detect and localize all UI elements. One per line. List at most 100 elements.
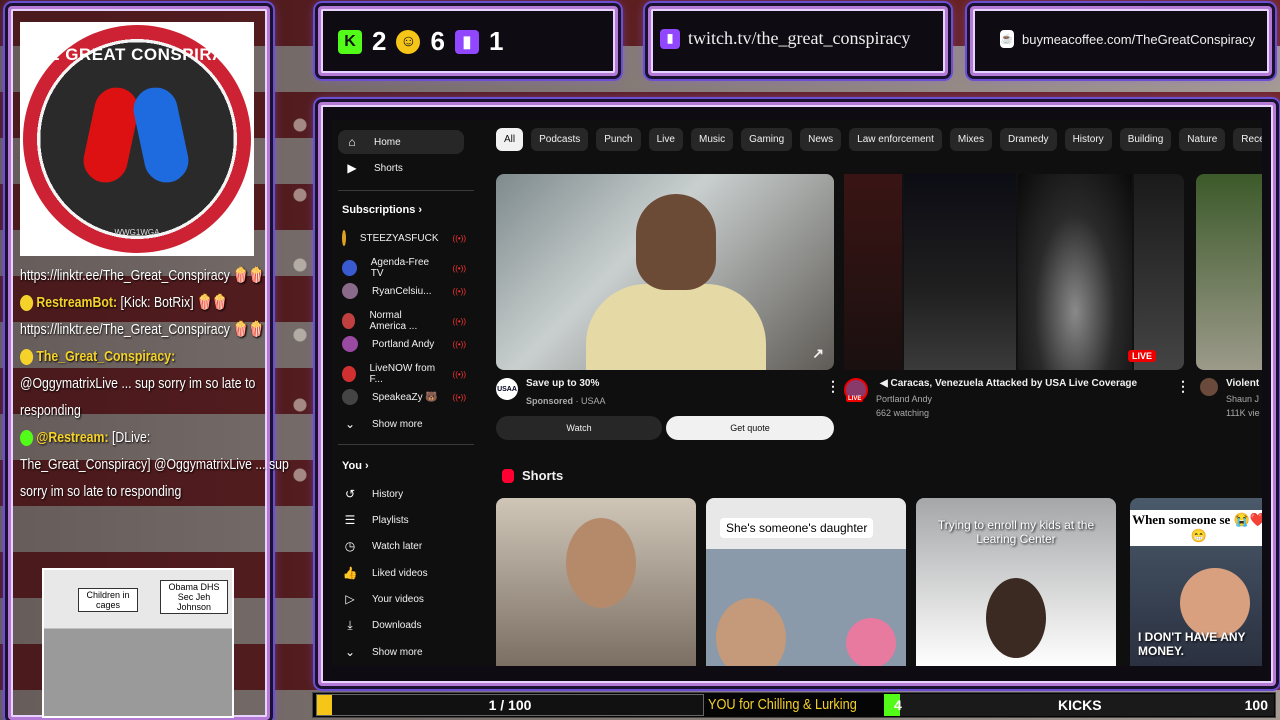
watch-button[interactable]: Watch	[496, 416, 662, 440]
shorts-icon: ▶	[347, 161, 357, 175]
kicks-goal-bar: 4 KICKS 100	[884, 694, 1274, 716]
get-quote-button[interactable]: Get quote	[666, 416, 834, 440]
short-caption: Trying to enroll my kids at the Learing …	[937, 518, 1095, 546]
chip-nature[interactable]: Nature	[1179, 128, 1226, 151]
channel-avatar	[342, 230, 346, 246]
channel-name[interactable]: Shaun J	[1226, 394, 1259, 404]
kicks-max: 100	[1244, 697, 1268, 713]
short-thumbnail[interactable]: She's someone's daughter	[706, 498, 906, 666]
thumb-figure	[566, 518, 636, 608]
live-video-title[interactable]: ◀ Caracas, Venezuela Attacked by USA Liv…	[880, 378, 1137, 389]
chip-dramedy[interactable]: Dramedy	[999, 128, 1057, 151]
chip-live[interactable]: Live	[648, 128, 683, 151]
red-pill-icon	[79, 83, 143, 187]
short-caption: She's someone's daughter	[720, 518, 874, 538]
kick-count: 2	[372, 26, 387, 56]
sidebar-item-subscription[interactable]: RyanCelsiu... ((•))	[342, 283, 466, 299]
thumb-figure	[586, 284, 766, 370]
twitch-url: ▮ twitch.tv/the_great_conspiracy	[660, 28, 910, 49]
youtube-page: ⌂ Home ▶ Shorts Subscriptions › STEEZYASFU…	[332, 120, 1262, 666]
shorts-section-title: Shorts	[502, 468, 563, 483]
ad-video-thumbnail[interactable]: ↗	[496, 174, 834, 370]
video-title[interactable]: Violent	[1226, 378, 1259, 389]
subscriptions-heading[interactable]: Subscriptions ›	[342, 204, 422, 216]
chip-music[interactable]: Music	[690, 128, 734, 151]
you-heading[interactable]: You ›	[342, 460, 369, 472]
sidebar-item-shorts[interactable]: ▶ Shorts	[344, 160, 403, 176]
face-icon: ☺	[396, 29, 421, 54]
twitch-count: 1	[488, 26, 504, 56]
channel-avatar	[342, 389, 358, 405]
more-options-icon[interactable]: ⋮	[1176, 378, 1190, 395]
view-count: 111K vie	[1226, 408, 1260, 418]
sidebar-item-history[interactable]: ↺ History	[342, 486, 403, 502]
short-caption: When someone se 😭❤️😁	[1130, 510, 1262, 546]
thumb-figure	[716, 598, 786, 666]
show-more-you[interactable]: ⌄ Show more	[342, 644, 423, 660]
kicks-label: KICKS	[1058, 697, 1102, 713]
channel-avatar	[342, 260, 357, 276]
sidebar-item-home[interactable]: ⌂ Home	[338, 130, 464, 154]
sidebar-item-subscription[interactable]: Portland Andy ((•))	[342, 336, 466, 352]
sidebar-item-subscription[interactable]: SpeakeaZy 🐻 ((•))	[342, 389, 466, 405]
restream-badge-icon	[20, 295, 34, 312]
thumb-figure	[1180, 568, 1250, 638]
playlists-icon: ☰	[344, 513, 356, 527]
chat-message: The_Great_Conspiracy:	[20, 343, 210, 370]
video-icon: ▷	[345, 592, 355, 606]
chip-all[interactable]: All	[496, 128, 524, 151]
chip-building[interactable]: Building	[1119, 128, 1172, 151]
face-count: 6	[430, 26, 445, 56]
chip-podcasts[interactable]: Podcasts	[531, 128, 589, 151]
short-thumbnail[interactable]: When someone se 😭❤️😁 I DON'T HAVE ANY MO…	[1130, 498, 1262, 666]
short-overlay-text: I DON'T HAVE ANY MONEY.	[1138, 630, 1246, 658]
chip-mixes[interactable]: Mixes	[949, 128, 992, 151]
live-indicator-icon: ((•))	[452, 286, 466, 296]
ad-sponsor-line: Sponsored · USAA	[526, 396, 606, 406]
more-options-icon[interactable]: ⋮	[826, 378, 840, 395]
chat-message: responding	[20, 402, 81, 419]
sidebar-item-downloads[interactable]: ⤓ Downloads	[342, 617, 421, 633]
thumb-caption-left: Children in cages	[78, 588, 138, 612]
sidebar-item-subscription[interactable]: STEEZYASFUCK ((•))	[342, 230, 466, 246]
channel-avatar	[342, 283, 358, 299]
ad-title[interactable]: Save up to 30%	[526, 378, 599, 389]
live-indicator-icon: ((•))	[452, 263, 466, 273]
sidebar-item-playlists[interactable]: ☰ Playlists	[342, 512, 409, 528]
chip-law-enforcement[interactable]: Law enforcement	[849, 128, 942, 151]
live-channel-name[interactable]: Portland Andy	[876, 394, 932, 404]
live-video-thumbnail[interactable]: LIVE	[844, 174, 1184, 370]
advertiser-logo: USAA	[496, 378, 518, 400]
live-indicator-icon: ((•))	[452, 233, 466, 243]
scrolling-ticker: YOU for Chilling & Lurking! I I Ma	[708, 696, 858, 713]
channel-avatar[interactable]	[1200, 378, 1218, 396]
blue-pill-icon	[129, 83, 193, 187]
video-thumbnail[interactable]	[1196, 174, 1262, 370]
sidebar-item-your-videos[interactable]: ▷ Your videos	[342, 591, 424, 607]
goal-progress-label: 1 / 100	[488, 697, 532, 713]
chip-recently-uploaded[interactable]: Recently uploaded	[1233, 128, 1262, 151]
open-link-icon[interactable]: ↗	[812, 345, 824, 362]
show-more-subscriptions[interactable]: ⌄ Show more	[342, 416, 423, 432]
sidebar-item-subscription[interactable]: Normal America ... ((•))	[342, 310, 466, 332]
chip-news[interactable]: News	[800, 128, 842, 151]
chip-punch[interactable]: Punch	[596, 128, 641, 151]
thumb-panel	[1018, 174, 1132, 370]
short-thumbnail[interactable]: Trying to enroll my kids at the Learing …	[916, 498, 1116, 666]
youtube-sidebar: ⌂ Home ▶ Shorts Subscriptions › STEEZYASFU…	[332, 120, 476, 666]
sidebar-item-subscription[interactable]: Agenda-Free TV ((•))	[342, 257, 466, 279]
sidebar-item-liked-videos[interactable]: 👍 Liked videos	[342, 565, 428, 581]
chat-message: @OggymatrixLive ... sup sorry im so late…	[20, 375, 256, 392]
download-icon: ⤓	[347, 617, 353, 632]
clock-icon: ◷	[344, 539, 356, 553]
sidebar-divider	[338, 190, 474, 191]
thumbs-up-icon: 👍	[342, 566, 358, 580]
sidebar-item-subscription[interactable]: LiveNOW from F... ((•))	[342, 363, 466, 385]
speaker-icon: ◀	[880, 378, 891, 389]
coffee-url-text: buymeacoffee.com/TheGreatConspiracy	[1022, 31, 1256, 47]
chip-gaming[interactable]: Gaming	[741, 128, 793, 151]
sidebar-item-watch-later[interactable]: ◷ Watch later	[342, 538, 422, 554]
short-thumbnail[interactable]	[496, 498, 696, 666]
live-indicator-icon: ((•))	[452, 392, 466, 402]
chip-history[interactable]: History	[1064, 128, 1112, 151]
